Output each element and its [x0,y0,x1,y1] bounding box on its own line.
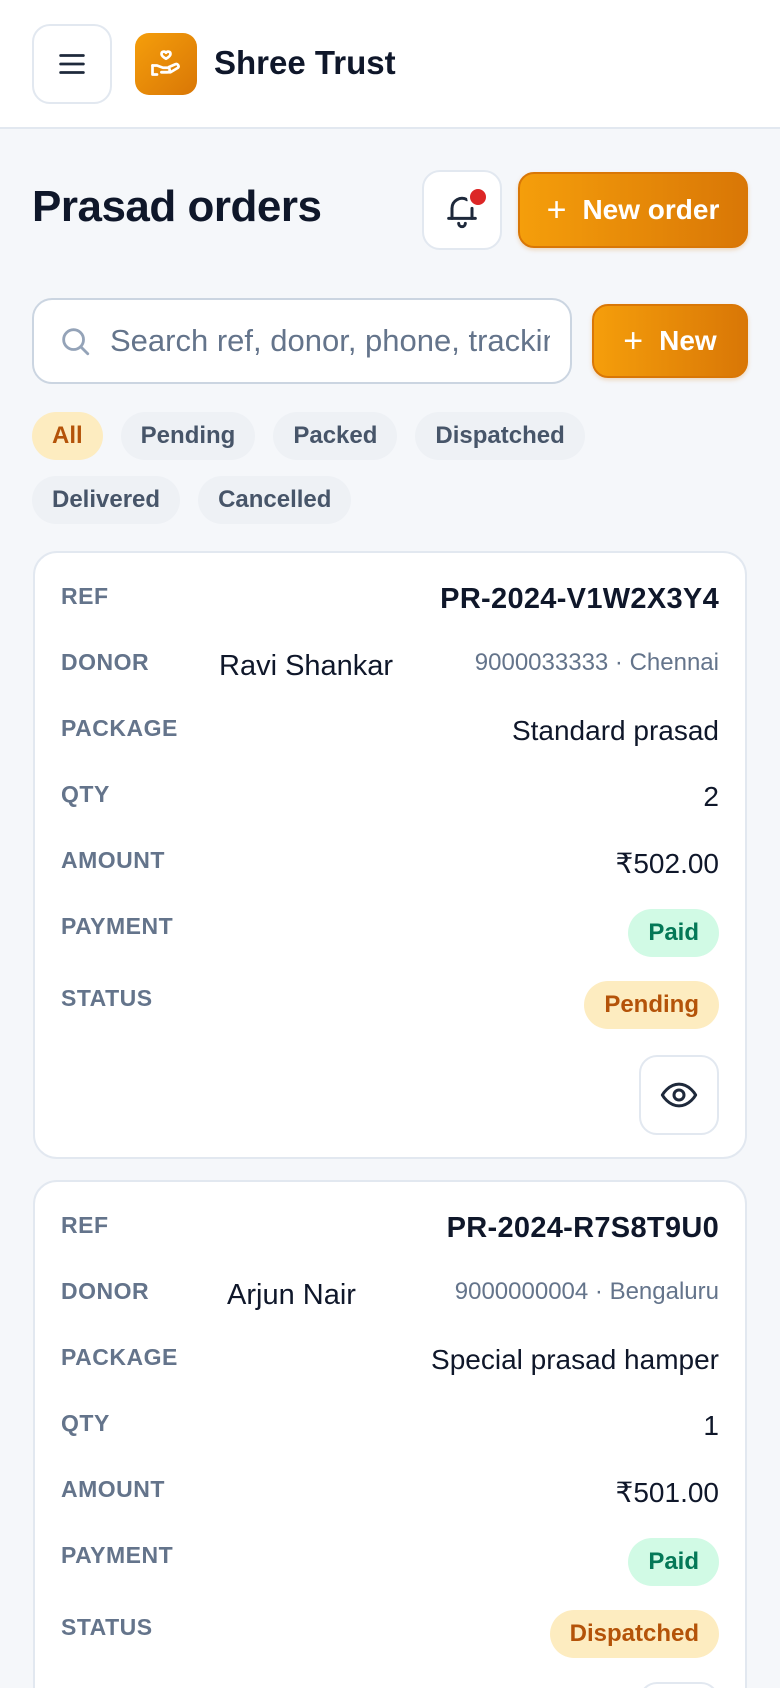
top-bar: Shree Trust [0,0,780,129]
search-icon [62,328,90,356]
search-input[interactable] [110,323,550,359]
payment-badge: Paid [628,1538,719,1586]
order-ref: PR-2024-R7S8T9U0 [446,1212,719,1244]
menu-button[interactable] [32,24,112,104]
filter-chip-dispatched[interactable]: Dispatched [415,412,585,460]
view-order-button[interactable] [639,1682,719,1688]
order-card: REF PR-2024-V1W2X3Y4 DONOR Ravi Shankar … [33,551,747,1159]
donor-label: DONOR [61,1278,150,1304]
amount-label: AMOUNT [61,1476,165,1502]
notification-dot [467,186,489,208]
package-label: PACKAGE [61,1344,178,1370]
hamburger-menu-icon [59,54,85,74]
plus-icon: + [546,191,567,229]
qty-value: 1 [703,1410,719,1441]
payment-label: PAYMENT [61,1542,174,1568]
view-order-button[interactable] [639,1055,719,1135]
amount-value: ₹502.00 [615,848,719,879]
new-order-label: New order [582,194,720,225]
new-button[interactable]: + New [592,304,748,378]
donor-phone-city: 9000033333 · Chennai [474,649,719,676]
qty-label: QTY [61,1410,110,1436]
package-value: Standard prasad [511,715,719,746]
new-order-button[interactable]: + New order [518,172,748,248]
amount-value: ₹501.00 [615,1477,719,1508]
app-name: Shree Trust [214,44,396,81]
notifications-button[interactable] [422,170,502,250]
package-label: PACKAGE [61,715,178,741]
hand-heart-icon [151,50,180,76]
qty-label: QTY [61,781,110,807]
app-logo [135,33,197,95]
filter-chip-delivered[interactable]: Delivered [32,476,181,524]
filter-chip-all[interactable]: All [32,412,103,460]
filter-chip-pending[interactable]: Pending [120,412,256,460]
new-label: New [659,325,717,356]
package-value: Special prasad hamper [431,1344,719,1375]
status-badge: Pending [584,981,719,1029]
eye-icon [660,1082,698,1108]
amount-label: AMOUNT [61,847,165,873]
donor-name: Arjun Nair [227,1279,356,1311]
status-label: STATUS [61,1614,153,1640]
filter-chip-packed[interactable]: Packed [273,412,398,460]
donor-label: DONOR [61,649,150,675]
search-box [32,298,572,384]
payment-label: PAYMENT [61,913,174,939]
qty-value: 2 [703,781,719,812]
page-title: Prasad orders [32,182,322,231]
status-filter-chips: All Pending Packed Dispatched Delivered … [32,412,748,524]
status-label: STATUS [61,985,153,1011]
filter-chip-cancelled[interactable]: Cancelled [198,476,352,524]
status-badge: Dispatched [549,1610,719,1658]
order-card: REF PR-2024-R7S8T9U0 DONOR Arjun Nair 90… [33,1180,747,1688]
donor-name: Ravi Shankar [219,650,394,682]
order-ref: PR-2024-V1W2X3Y4 [440,583,719,615]
ref-label: REF [61,1212,109,1238]
plus-icon: + [623,322,644,360]
payment-badge: Paid [628,909,719,957]
donor-phone-city: 9000000004 · Bengaluru [454,1278,719,1305]
ref-label: REF [61,583,109,609]
